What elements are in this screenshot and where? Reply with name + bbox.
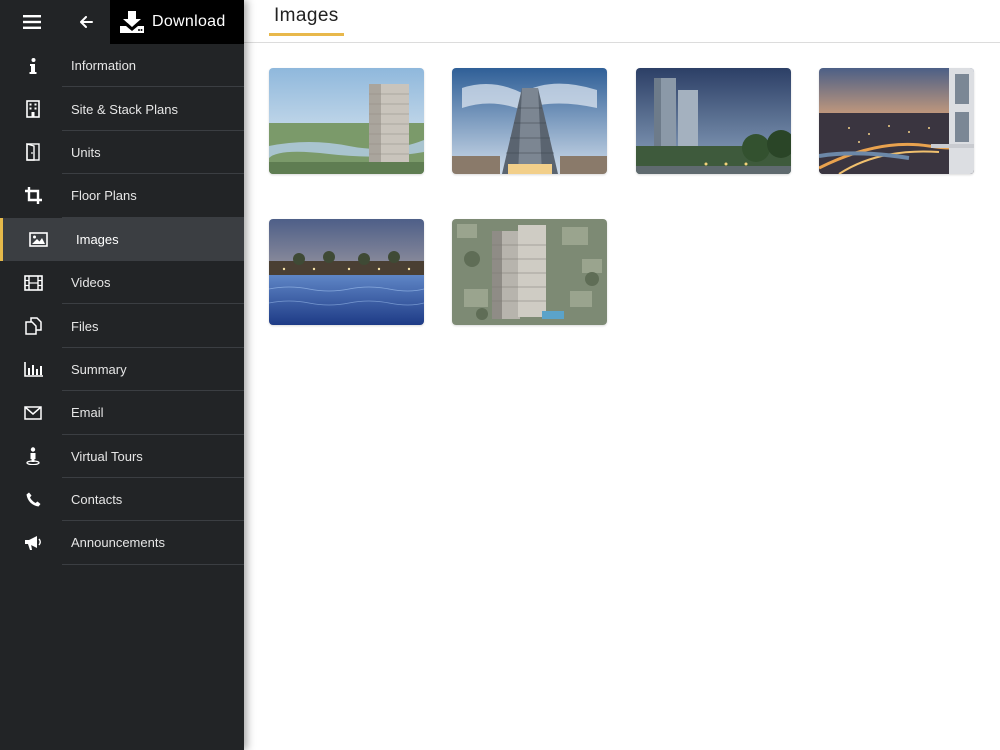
menu-button[interactable] [0,0,64,44]
envelope-icon [18,402,48,424]
building-icon [18,98,48,120]
image-thumbnail-6[interactable] [452,219,607,325]
megaphone-icon [18,532,48,554]
sidebar-item-announcements[interactable]: Announcements [0,521,244,566]
sidebar-item-label: Site & Stack Plans [71,101,178,117]
image-thumbnail-2[interactable] [452,68,607,174]
sidebar-item-floor-plans[interactable]: Floor Plans [0,174,244,218]
sidebar-nav: Information Site & Stack Plans Units Flo… [0,44,244,566]
door-icon [18,141,48,163]
download-label: Download [152,13,226,30]
sidebar-item-contacts[interactable]: Contacts [0,478,244,522]
sidebar-item-label: Files [71,318,99,334]
page-header: Images [244,0,1000,43]
person-pin-icon [18,445,48,467]
sidebar-topbar: Download [0,0,244,44]
arrow-left-icon [79,16,93,28]
sidebar-item-images[interactable]: Images [0,217,244,262]
sidebar-item-site-stack-plans[interactable]: Site & Stack Plans [0,87,244,132]
image-icon [23,228,53,250]
info-icon [18,55,48,77]
image-thumbnail-4[interactable] [819,68,974,174]
sidebar-item-label: Summary [71,361,127,377]
bar-chart-icon [18,358,48,380]
page-title: Images [274,5,339,26]
sidebar-item-information[interactable]: Information [0,44,244,88]
image-thumbnail-3[interactable] [636,68,791,174]
files-icon [18,315,48,337]
sidebar-item-label: Units [71,144,101,160]
main-content: Images [244,0,1000,750]
crop-icon [18,185,48,207]
download-button[interactable]: Download [110,0,244,44]
hamburger-icon [23,15,41,29]
back-button[interactable] [64,0,108,44]
sidebar-item-label: Information [71,58,137,74]
sidebar-item-label: Contacts [71,492,123,508]
image-thumbnail-5[interactable] [269,219,424,325]
image-thumbnail-1[interactable] [269,68,424,174]
sidebar-item-files[interactable]: Files [0,304,244,349]
sidebar-item-label: Videos [71,275,111,291]
sidebar-item-virtual-tours[interactable]: Virtual Tours [0,435,244,479]
sidebar-item-label: Floor Plans [71,188,137,204]
phone-icon [18,489,48,511]
sidebar-item-videos[interactable]: Videos [0,261,244,305]
title-underline [269,33,344,36]
sidebar-item-email[interactable]: Email [0,391,244,435]
sidebar-item-summary[interactable]: Summary [0,348,244,392]
sidebar-item-label: Email [71,405,104,421]
sidebar-item-label: Announcements [71,535,165,551]
sidebar: Download Information Site & Stack Plans … [0,0,244,750]
sidebar-item-label: Images [76,231,119,247]
sidebar-item-label: Virtual Tours [71,448,143,464]
download-icon [120,11,144,33]
sidebar-item-units[interactable]: Units [0,131,244,175]
film-icon [18,272,48,294]
